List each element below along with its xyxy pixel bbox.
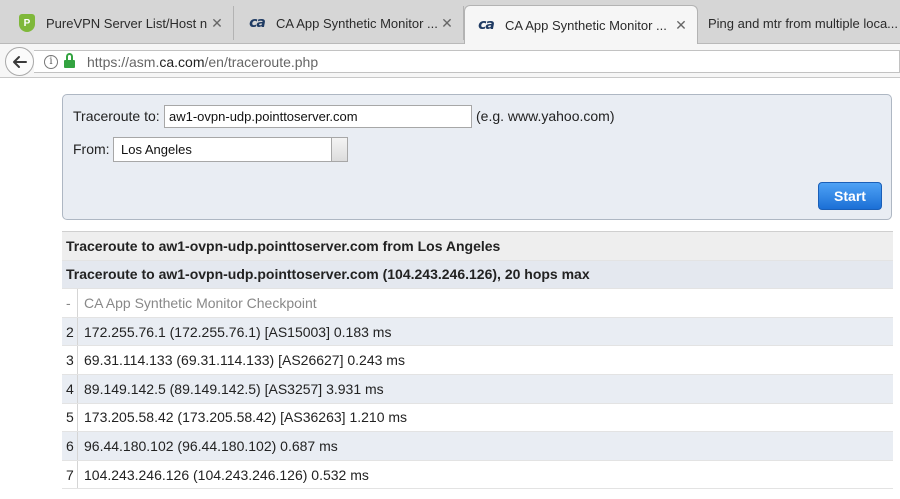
dropdown-arrow-icon[interactable] (331, 138, 347, 161)
hop-detail: CA App Synthetic Monitor Checkpoint (84, 294, 317, 311)
results-heading: Traceroute to aw1-ovpn-udp.pointtoserver… (62, 232, 893, 261)
close-icon[interactable]: ✕ (437, 15, 457, 32)
tab-purevpn[interactable]: P PureVPN Server List/Host n ✕ (6, 6, 234, 40)
traceroute-form: Traceroute to: (e.g. www.yahoo.com) From… (62, 94, 892, 220)
table-row: 4 89.149.142.5 (89.149.142.5) [AS3257] 3… (62, 374, 893, 404)
lock-icon[interactable] (64, 52, 75, 68)
hop-detail: 96.44.180.102 (96.44.180.102) 0.687 ms (84, 437, 338, 454)
tab-title: CA App Synthetic Monitor ... (276, 15, 437, 31)
table-row: 7 104.243.246.126 (104.243.246.126) 0.53… (62, 460, 893, 490)
ca-logo-icon: ca (478, 17, 495, 33)
from-select[interactable]: Los Angeles (113, 137, 348, 162)
back-button[interactable] (5, 47, 34, 76)
hop-number: 6 (62, 432, 78, 460)
hop-detail: 104.243.246.126 (104.243.246.126) 0.532 … (84, 466, 369, 483)
table-row: 6 96.44.180.102 (96.44.180.102) 0.687 ms (62, 432, 893, 461)
hop-number: 5 (62, 403, 78, 432)
hop-detail: 89.149.142.5 (89.149.142.5) [AS3257] 3.9… (84, 380, 384, 397)
url-host: ca.com (159, 53, 205, 70)
tab-ca-monitor-active[interactable]: ca CA App Synthetic Monitor ... ✕ (464, 5, 698, 44)
ca-logo-icon: ca (249, 15, 266, 31)
results-subheading: Traceroute to aw1-ovpn-udp.pointtoserver… (62, 260, 893, 290)
address-bar: i https://asm.ca.com/en/traceroute.php (0, 44, 900, 78)
table-row: 5 173.205.58.42 (173.205.58.42) [AS36263… (62, 403, 893, 433)
close-icon[interactable]: ✕ (207, 15, 227, 32)
target-hint: (e.g. www.yahoo.com) (476, 108, 615, 124)
hop-number: 3 (62, 346, 78, 374)
start-button[interactable]: Start (818, 182, 882, 210)
tab-ca-monitor-1[interactable]: ca CA App Synthetic Monitor ... ✕ (236, 6, 464, 40)
tab-title: PureVPN Server List/Host n (46, 15, 207, 31)
hop-number: 2 (62, 317, 78, 346)
hop-detail: 173.205.58.42 (173.205.58.42) [AS36263] … (84, 409, 408, 426)
hop-number: - (62, 289, 78, 317)
tab-title: CA App Synthetic Monitor ... (505, 17, 667, 33)
hop-number: 7 (62, 460, 78, 489)
tab-strip: P PureVPN Server List/Host n ✕ ca CA App… (0, 0, 900, 44)
from-selected-value: Los Angeles (121, 142, 192, 157)
hop-detail: 172.255.76.1 (172.255.76.1) [AS15003] 0.… (84, 323, 392, 340)
close-icon[interactable]: ✕ (671, 17, 691, 34)
table-row: 2 172.255.76.1 (172.255.76.1) [AS15003] … (62, 317, 893, 347)
url-text[interactable]: https://asm.ca.com/en/traceroute.php (87, 54, 318, 70)
back-arrow-icon (12, 55, 27, 68)
hop-number: 4 (62, 374, 78, 403)
table-row: 3 69.31.114.133 (69.31.114.133) [AS26627… (62, 346, 893, 375)
url-scheme: https://asm. (87, 53, 160, 70)
page-content: Traceroute to: (e.g. www.yahoo.com) From… (0, 78, 900, 499)
table-row: - CA App Synthetic Monitor Checkpoint (62, 289, 893, 318)
info-icon[interactable]: i (44, 54, 58, 69)
hop-detail: 69.31.114.133 (69.31.114.133) [AS26627] … (84, 352, 405, 369)
tab-title: Ping and mtr from multiple loca... (708, 15, 899, 31)
target-input[interactable] (164, 105, 472, 128)
purevpn-shield-icon: P (18, 14, 36, 32)
tab-ping-mtr[interactable]: Ping and mtr from multiple loca... (698, 6, 900, 40)
traceroute-results: Traceroute to aw1-ovpn-udp.pointtoserver… (62, 231, 893, 490)
url-path: /en/traceroute.php (204, 53, 319, 70)
from-label: From: (73, 141, 110, 157)
url-field[interactable]: i https://asm.ca.com/en/traceroute.php (34, 50, 900, 73)
target-label: Traceroute to: (73, 108, 160, 124)
